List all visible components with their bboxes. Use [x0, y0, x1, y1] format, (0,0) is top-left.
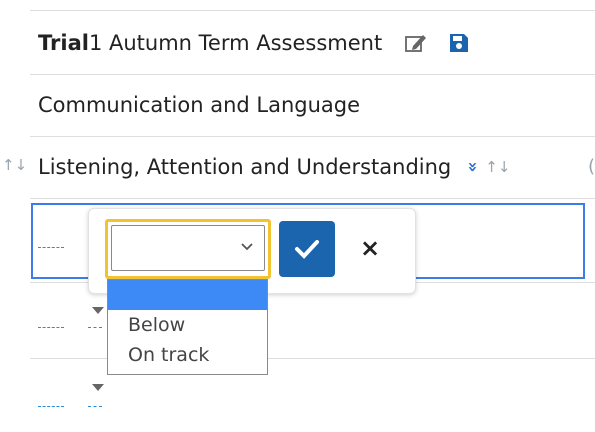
chevron-down-icon — [240, 238, 254, 256]
option-on-track[interactable]: On track — [108, 340, 267, 370]
assessment-grid: Trial 1 Autumn Term Assessment Communica… — [0, 0, 595, 432]
option-below[interactable]: Below — [108, 310, 267, 340]
judgement-select[interactable] — [105, 219, 271, 279]
sort-icon[interactable]: ↑↓ — [2, 156, 27, 174]
save-icon[interactable] — [448, 32, 470, 54]
row-divider — [30, 136, 595, 137]
assessment-title-rest: 1 Autumn Term Assessment — [88, 31, 383, 55]
row-dropdown-caret-icon[interactable] — [92, 307, 104, 314]
empty-value-marker — [38, 247, 64, 248]
empty-value-marker — [38, 327, 64, 328]
judgement-options-list: Below On track — [107, 279, 268, 375]
judgement-select-field[interactable] — [111, 225, 265, 271]
area-of-learning-label: Communication and Language — [38, 93, 361, 117]
aspect-label: Listening, Attention and Understanding — [38, 155, 452, 179]
row-divider — [30, 198, 595, 199]
empty-value-marker — [38, 406, 64, 407]
row-divider — [30, 10, 595, 11]
area-of-learning-row: Communication and Language — [38, 85, 595, 125]
row-divider — [30, 74, 595, 75]
aspect-header-row: Listening, Attention and Understanding »… — [38, 146, 595, 188]
sort-icon[interactable]: ↑↓ — [485, 158, 510, 176]
close-icon: × — [359, 234, 381, 262]
empty-value-marker — [88, 327, 102, 328]
row-dropdown-caret-icon[interactable] — [92, 384, 104, 391]
confirm-button[interactable] — [279, 221, 335, 277]
edit-icon[interactable] — [404, 32, 428, 54]
cancel-button[interactable]: × — [357, 234, 383, 262]
check-icon — [295, 240, 319, 259]
empty-value-marker — [88, 406, 102, 407]
expand-icon[interactable]: » — [463, 162, 483, 173]
assessment-title-row: Trial 1 Autumn Term Assessment — [38, 22, 595, 64]
option-blank[interactable] — [108, 280, 267, 310]
assessment-title-bold: Trial — [38, 31, 89, 55]
next-column-edge: ( — [587, 156, 595, 177]
